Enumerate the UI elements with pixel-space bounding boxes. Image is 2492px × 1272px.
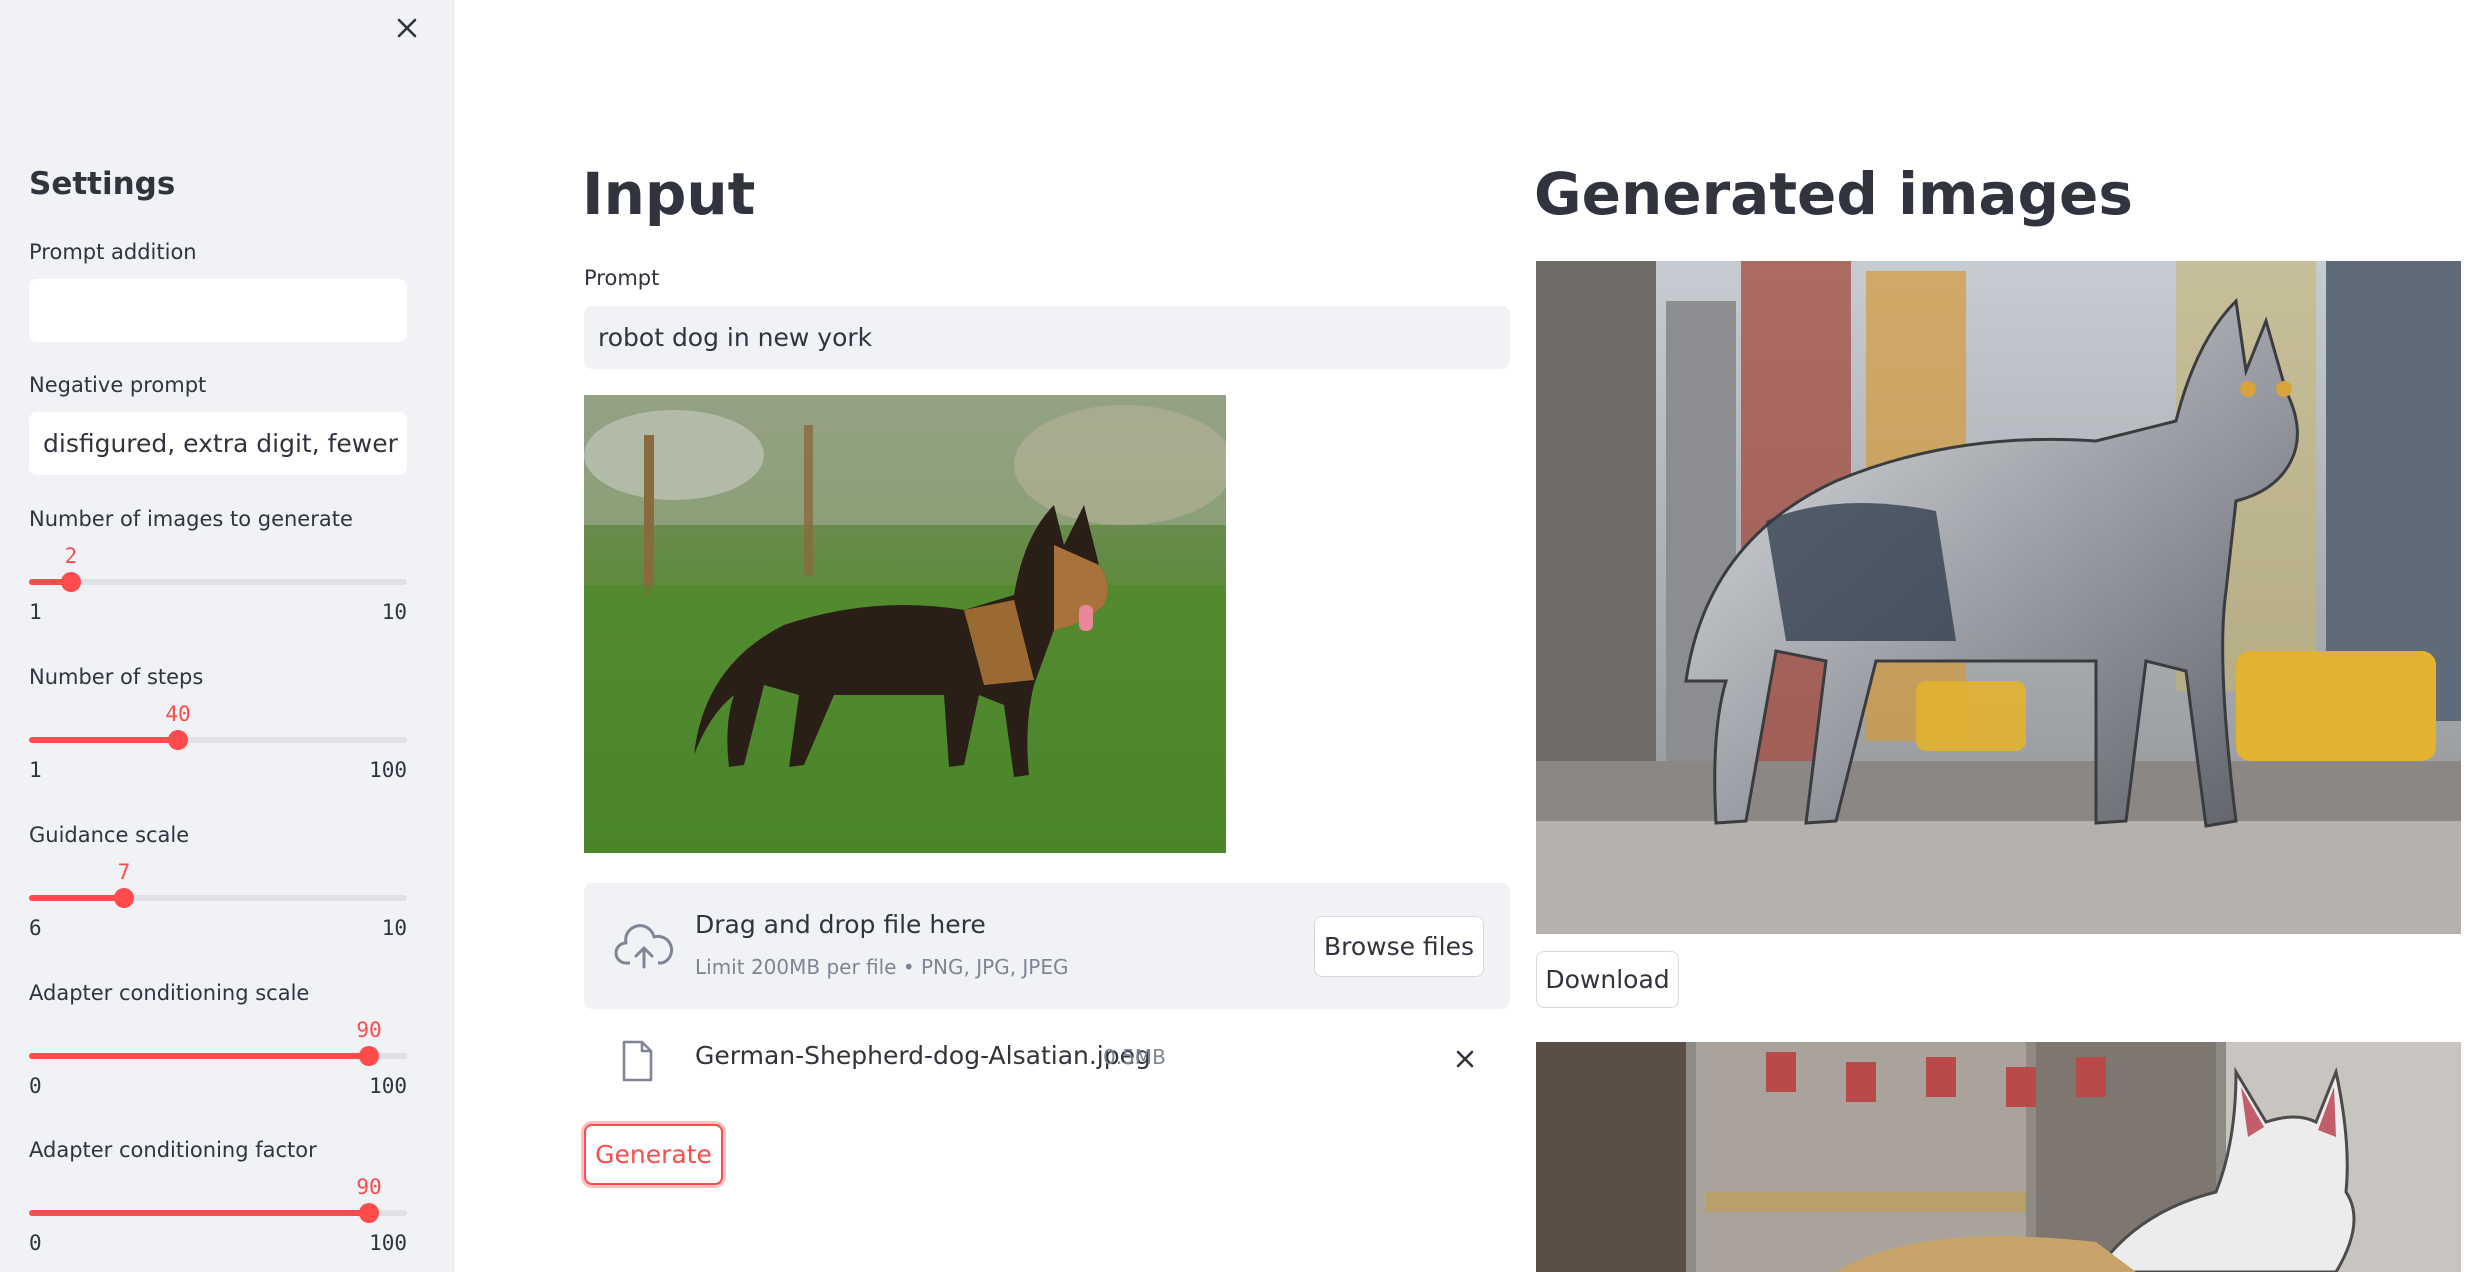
slider-value: 40: [165, 702, 191, 726]
file-dropzone[interactable]: Drag and drop file here Limit 200MB per …: [584, 883, 1510, 1009]
slider-fill: [29, 1053, 369, 1059]
sidebar: Settings Prompt addition Negative prompt…: [0, 0, 454, 1272]
slider-track: [29, 579, 407, 585]
slider-max: 100: [369, 758, 407, 782]
num-images-slider[interactable]: 2 1 10: [29, 544, 407, 624]
file-size: 0.5MB: [1103, 1045, 1166, 1069]
slider-min: 1: [29, 758, 42, 782]
slider-min: 6: [29, 916, 42, 940]
close-icon: [397, 18, 417, 38]
prompt-addition-label: Prompt addition: [29, 240, 197, 264]
slider-value: 90: [356, 1018, 382, 1042]
cloud-upload-icon: [614, 923, 674, 973]
prompt-input[interactable]: robot dog in new york: [584, 306, 1510, 369]
slider-thumb[interactable]: [168, 730, 188, 750]
generated-image-1: [1536, 261, 2461, 934]
slider-fill: [29, 737, 178, 743]
num-steps-label: Number of steps: [29, 665, 204, 689]
slider-min: 0: [29, 1074, 42, 1098]
remove-file-button[interactable]: [1450, 1044, 1480, 1074]
input-dog-image: [584, 395, 1226, 853]
dropzone-limit: Limit 200MB per file • PNG, JPG, JPEG: [695, 955, 1069, 979]
prompt-label: Prompt: [584, 266, 660, 290]
slider-value: 7: [117, 860, 131, 884]
slider-max: 10: [381, 916, 407, 940]
slider-min: 0: [29, 1231, 42, 1255]
slider-value: 90: [356, 1175, 382, 1199]
negative-prompt-input[interactable]: disfigured, extra digit, fewer digit: [29, 412, 407, 475]
adapter-conditioning-factor-slider[interactable]: 90 0 100: [29, 1175, 407, 1255]
adapter-conditioning-scale-label: Adapter conditioning scale: [29, 981, 310, 1005]
slider-thumb[interactable]: [359, 1203, 379, 1223]
guidance-scale-label: Guidance scale: [29, 823, 190, 847]
sidebar-title: Settings: [29, 166, 176, 202]
negative-prompt-label: Negative prompt: [29, 373, 207, 397]
prompt-addition-input[interactable]: [29, 279, 407, 342]
generated-image-2: [1536, 1042, 2461, 1272]
input-heading: Input: [582, 160, 756, 228]
slider-max: 100: [369, 1074, 407, 1098]
guidance-scale-slider[interactable]: 7 6 10: [29, 860, 407, 940]
browse-files-button[interactable]: Browse files: [1314, 916, 1484, 977]
adapter-conditioning-scale-slider[interactable]: 90 0 100: [29, 1018, 407, 1098]
slider-value: 2: [64, 544, 78, 568]
generated-images-heading: Generated images: [1534, 160, 2133, 228]
slider-thumb[interactable]: [61, 572, 81, 592]
num-images-label: Number of images to generate: [29, 507, 353, 531]
slider-thumb[interactable]: [359, 1046, 379, 1066]
slider-thumb[interactable]: [114, 888, 134, 908]
generate-button[interactable]: Generate: [584, 1124, 723, 1185]
slider-fill: [29, 895, 124, 901]
remove-file-icon: [1456, 1050, 1474, 1068]
dropzone-title: Drag and drop file here: [695, 910, 986, 939]
adapter-conditioning-factor-label: Adapter conditioning factor: [29, 1138, 317, 1162]
close-sidebar-button[interactable]: [391, 12, 423, 44]
uploaded-file: German-Shepherd-dog-Alsatian.jpeg 0.5MB: [584, 1030, 1510, 1090]
download-button[interactable]: Download: [1536, 951, 1679, 1008]
slider-max: 10: [381, 600, 407, 624]
slider-fill: [29, 1210, 369, 1216]
slider-max: 100: [369, 1231, 407, 1255]
slider-min: 1: [29, 600, 42, 624]
file-name: German-Shepherd-dog-Alsatian.jpeg: [695, 1041, 1151, 1070]
file-icon: [620, 1040, 654, 1082]
num-steps-slider[interactable]: 40 1 100: [29, 702, 407, 782]
